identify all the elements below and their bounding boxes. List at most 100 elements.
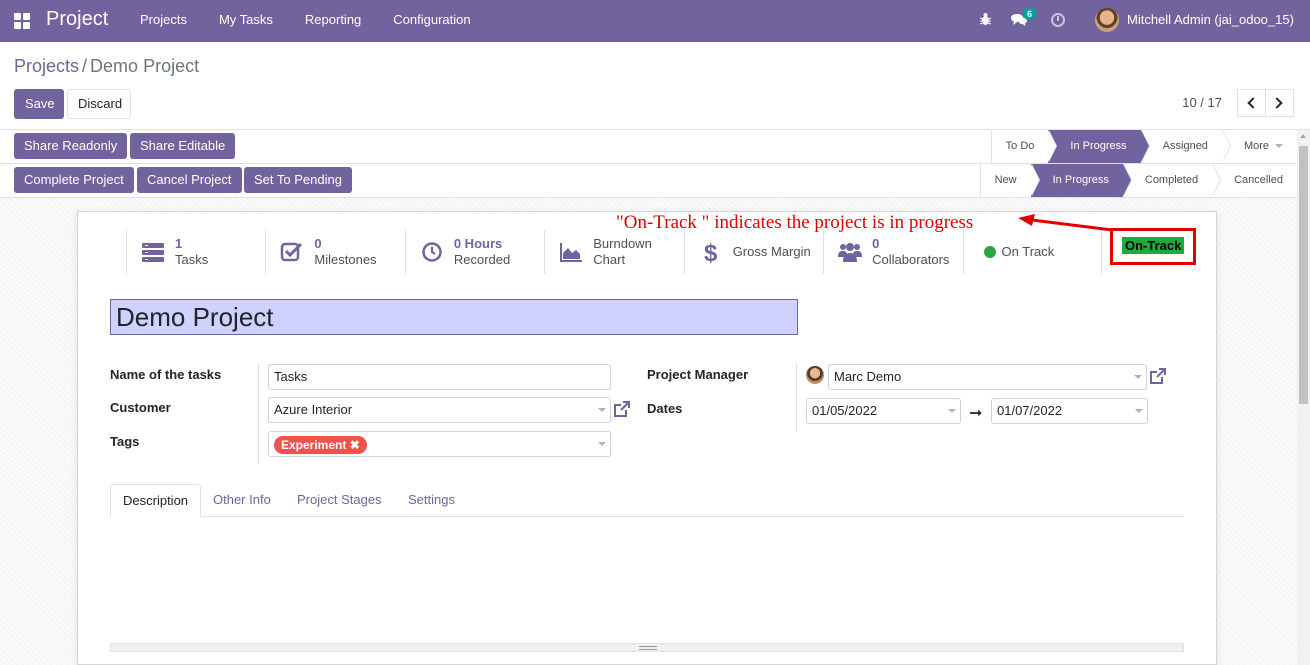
description-resize-handle[interactable] bbox=[110, 643, 1184, 652]
stage-assigned[interactable]: Assigned bbox=[1140, 130, 1232, 163]
users-icon bbox=[838, 243, 863, 262]
chevron-right-icon bbox=[1271, 97, 1283, 109]
clock-icon bbox=[422, 242, 442, 262]
user-menu[interactable]: Mitchell Admin (jai_odoo_15) bbox=[1127, 12, 1294, 27]
svg-text:$: $ bbox=[704, 241, 718, 263]
annotation-text: "On-Track " indicates the project is in … bbox=[616, 212, 974, 233]
save-button[interactable]: Save bbox=[14, 89, 64, 119]
tab-description[interactable]: Description bbox=[110, 484, 202, 517]
pager-previous-button[interactable] bbox=[1237, 89, 1266, 117]
grip-icon bbox=[639, 646, 657, 650]
on-track-status-label: On Track bbox=[1001, 244, 1055, 259]
tags-select[interactable]: Experiment ✖ bbox=[268, 431, 611, 457]
on-track-highlight: On-Track bbox=[1110, 228, 1196, 265]
hours-value: 0 Hours bbox=[453, 236, 503, 251]
smart-button-collaborators[interactable]: 0 Collaborators bbox=[823, 230, 962, 274]
collaborators-label: Collaborators bbox=[872, 252, 950, 267]
project-state-bar: New In Progress Completed Cancelled bbox=[979, 164, 1297, 197]
page-scrollbar[interactable] bbox=[1297, 130, 1310, 665]
tasks-label: Tasks bbox=[175, 252, 209, 267]
stage-in-progress[interactable]: In Progress bbox=[1048, 130, 1150, 163]
customer-select[interactable]: Azure Interior bbox=[268, 397, 611, 423]
customer-value: Azure Interior bbox=[274, 402, 353, 417]
breadcrumb-projects[interactable]: Projects bbox=[14, 56, 79, 76]
smart-button-gross-margin[interactable]: $ Gross Margin bbox=[683, 230, 823, 274]
smart-button-tasks[interactable]: 1 Tasks bbox=[126, 230, 265, 274]
tab-settings[interactable]: Settings bbox=[396, 484, 467, 517]
gross-margin-label: Gross Margin bbox=[732, 244, 811, 259]
external-link-icon[interactable] bbox=[1149, 367, 1167, 385]
breadcrumb: Projects / Demo Project bbox=[14, 56, 199, 77]
remove-tag-icon[interactable]: ✖ bbox=[350, 438, 360, 452]
tag-chip-label: Experiment bbox=[281, 438, 347, 452]
annotation-arrow-icon bbox=[1018, 214, 1112, 232]
menu-projects[interactable]: Projects bbox=[124, 0, 203, 42]
tab-project-stages[interactable]: Project Stages bbox=[285, 484, 394, 517]
chat-badge: 6 bbox=[1023, 8, 1037, 20]
smart-button-burndown-chart[interactable]: Burndown Chart bbox=[544, 230, 683, 274]
discard-button[interactable]: Discard bbox=[67, 89, 131, 119]
burndown-line1: Burndown bbox=[593, 236, 652, 251]
external-link-icon[interactable] bbox=[613, 400, 631, 418]
top-navbar: Project Projects My Tasks Reporting Conf… bbox=[0, 0, 1310, 42]
task-stage-bar: To Do In Progress Assigned More bbox=[990, 130, 1297, 163]
start-date-input[interactable]: 01/05/2022 bbox=[806, 398, 961, 424]
smart-button-milestones[interactable]: 0 Milestones bbox=[265, 230, 404, 274]
scroll-thumb[interactable] bbox=[1299, 146, 1308, 404]
stage-more[interactable]: More bbox=[1221, 130, 1297, 163]
caret-down-icon bbox=[948, 409, 956, 413]
name-of-tasks-input[interactable]: Tasks bbox=[268, 364, 611, 390]
smart-button-recorded-hours[interactable]: 0 Hours Recorded bbox=[404, 230, 544, 274]
tag-chip[interactable]: Experiment ✖ bbox=[274, 436, 367, 454]
cancel-project-button[interactable]: Cancel Project bbox=[137, 167, 242, 193]
smart-button-on-track[interactable]: On Track bbox=[962, 230, 1103, 274]
end-date-input[interactable]: 01/07/2022 bbox=[991, 398, 1148, 424]
project-name-input[interactable]: Demo Project bbox=[110, 299, 798, 335]
tab-other-info[interactable]: Other Info bbox=[201, 484, 283, 517]
name-of-tasks-label: Name of the tasks bbox=[110, 367, 222, 382]
caret-down-icon bbox=[598, 442, 606, 446]
project-manager-value: Marc Demo bbox=[834, 369, 902, 384]
left-group-divider bbox=[258, 364, 259, 464]
menu-my-tasks[interactable]: My Tasks bbox=[203, 0, 289, 42]
project-statusbar: Complete Project Cancel Project Set To P… bbox=[0, 164, 1297, 198]
pager-next-button[interactable] bbox=[1265, 89, 1294, 117]
menu-reporting[interactable]: Reporting bbox=[289, 0, 377, 42]
manager-avatar bbox=[806, 366, 824, 384]
customer-label: Customer bbox=[110, 400, 171, 415]
activity-clock-icon[interactable] bbox=[1051, 13, 1065, 27]
bug-icon[interactable] bbox=[980, 12, 991, 26]
breadcrumb-current: Demo Project bbox=[90, 56, 200, 76]
collaborators-count: 0 bbox=[872, 236, 880, 251]
share-editable-button[interactable]: Share Editable bbox=[130, 133, 236, 159]
tags-label: Tags bbox=[110, 434, 140, 449]
app-title[interactable]: Project bbox=[46, 8, 108, 31]
pager-value[interactable]: 10 / 17 bbox=[1182, 95, 1222, 110]
caret-down-icon bbox=[598, 408, 606, 412]
form-sheet bbox=[77, 211, 1217, 665]
dollar-icon: $ bbox=[704, 241, 718, 263]
state-new[interactable]: New bbox=[979, 164, 1040, 197]
stage-to-do[interactable]: To Do bbox=[990, 130, 1058, 163]
on-track-badge: On-Track bbox=[1122, 237, 1185, 254]
hours-label: Recorded bbox=[453, 252, 511, 267]
state-in-progress[interactable]: In Progress bbox=[1030, 164, 1133, 197]
share-readonly-button[interactable]: Share Readonly bbox=[14, 133, 128, 159]
set-to-pending-button[interactable]: Set To Pending bbox=[244, 167, 352, 193]
caret-down-icon bbox=[1134, 375, 1142, 379]
share-statusbar: Share Readonly Share Editable To Do In P… bbox=[0, 130, 1297, 164]
state-cancelled[interactable]: Cancelled bbox=[1212, 164, 1297, 197]
right-group-divider bbox=[796, 364, 797, 432]
app-grid-icon[interactable] bbox=[14, 13, 30, 29]
project-manager-select[interactable]: Marc Demo bbox=[828, 364, 1147, 390]
state-completed[interactable]: Completed bbox=[1122, 164, 1222, 197]
menu-configuration[interactable]: Configuration bbox=[377, 0, 486, 42]
complete-project-button[interactable]: Complete Project bbox=[14, 167, 134, 193]
status-dot-icon bbox=[983, 246, 996, 258]
tasks-icon bbox=[142, 243, 164, 262]
tasks-count: 1 bbox=[175, 236, 183, 251]
scroll-up-arrow-icon[interactable] bbox=[1300, 134, 1306, 138]
caret-down-icon bbox=[1275, 144, 1283, 149]
stage-more-label: More bbox=[1243, 140, 1269, 152]
user-avatar[interactable] bbox=[1095, 8, 1119, 32]
